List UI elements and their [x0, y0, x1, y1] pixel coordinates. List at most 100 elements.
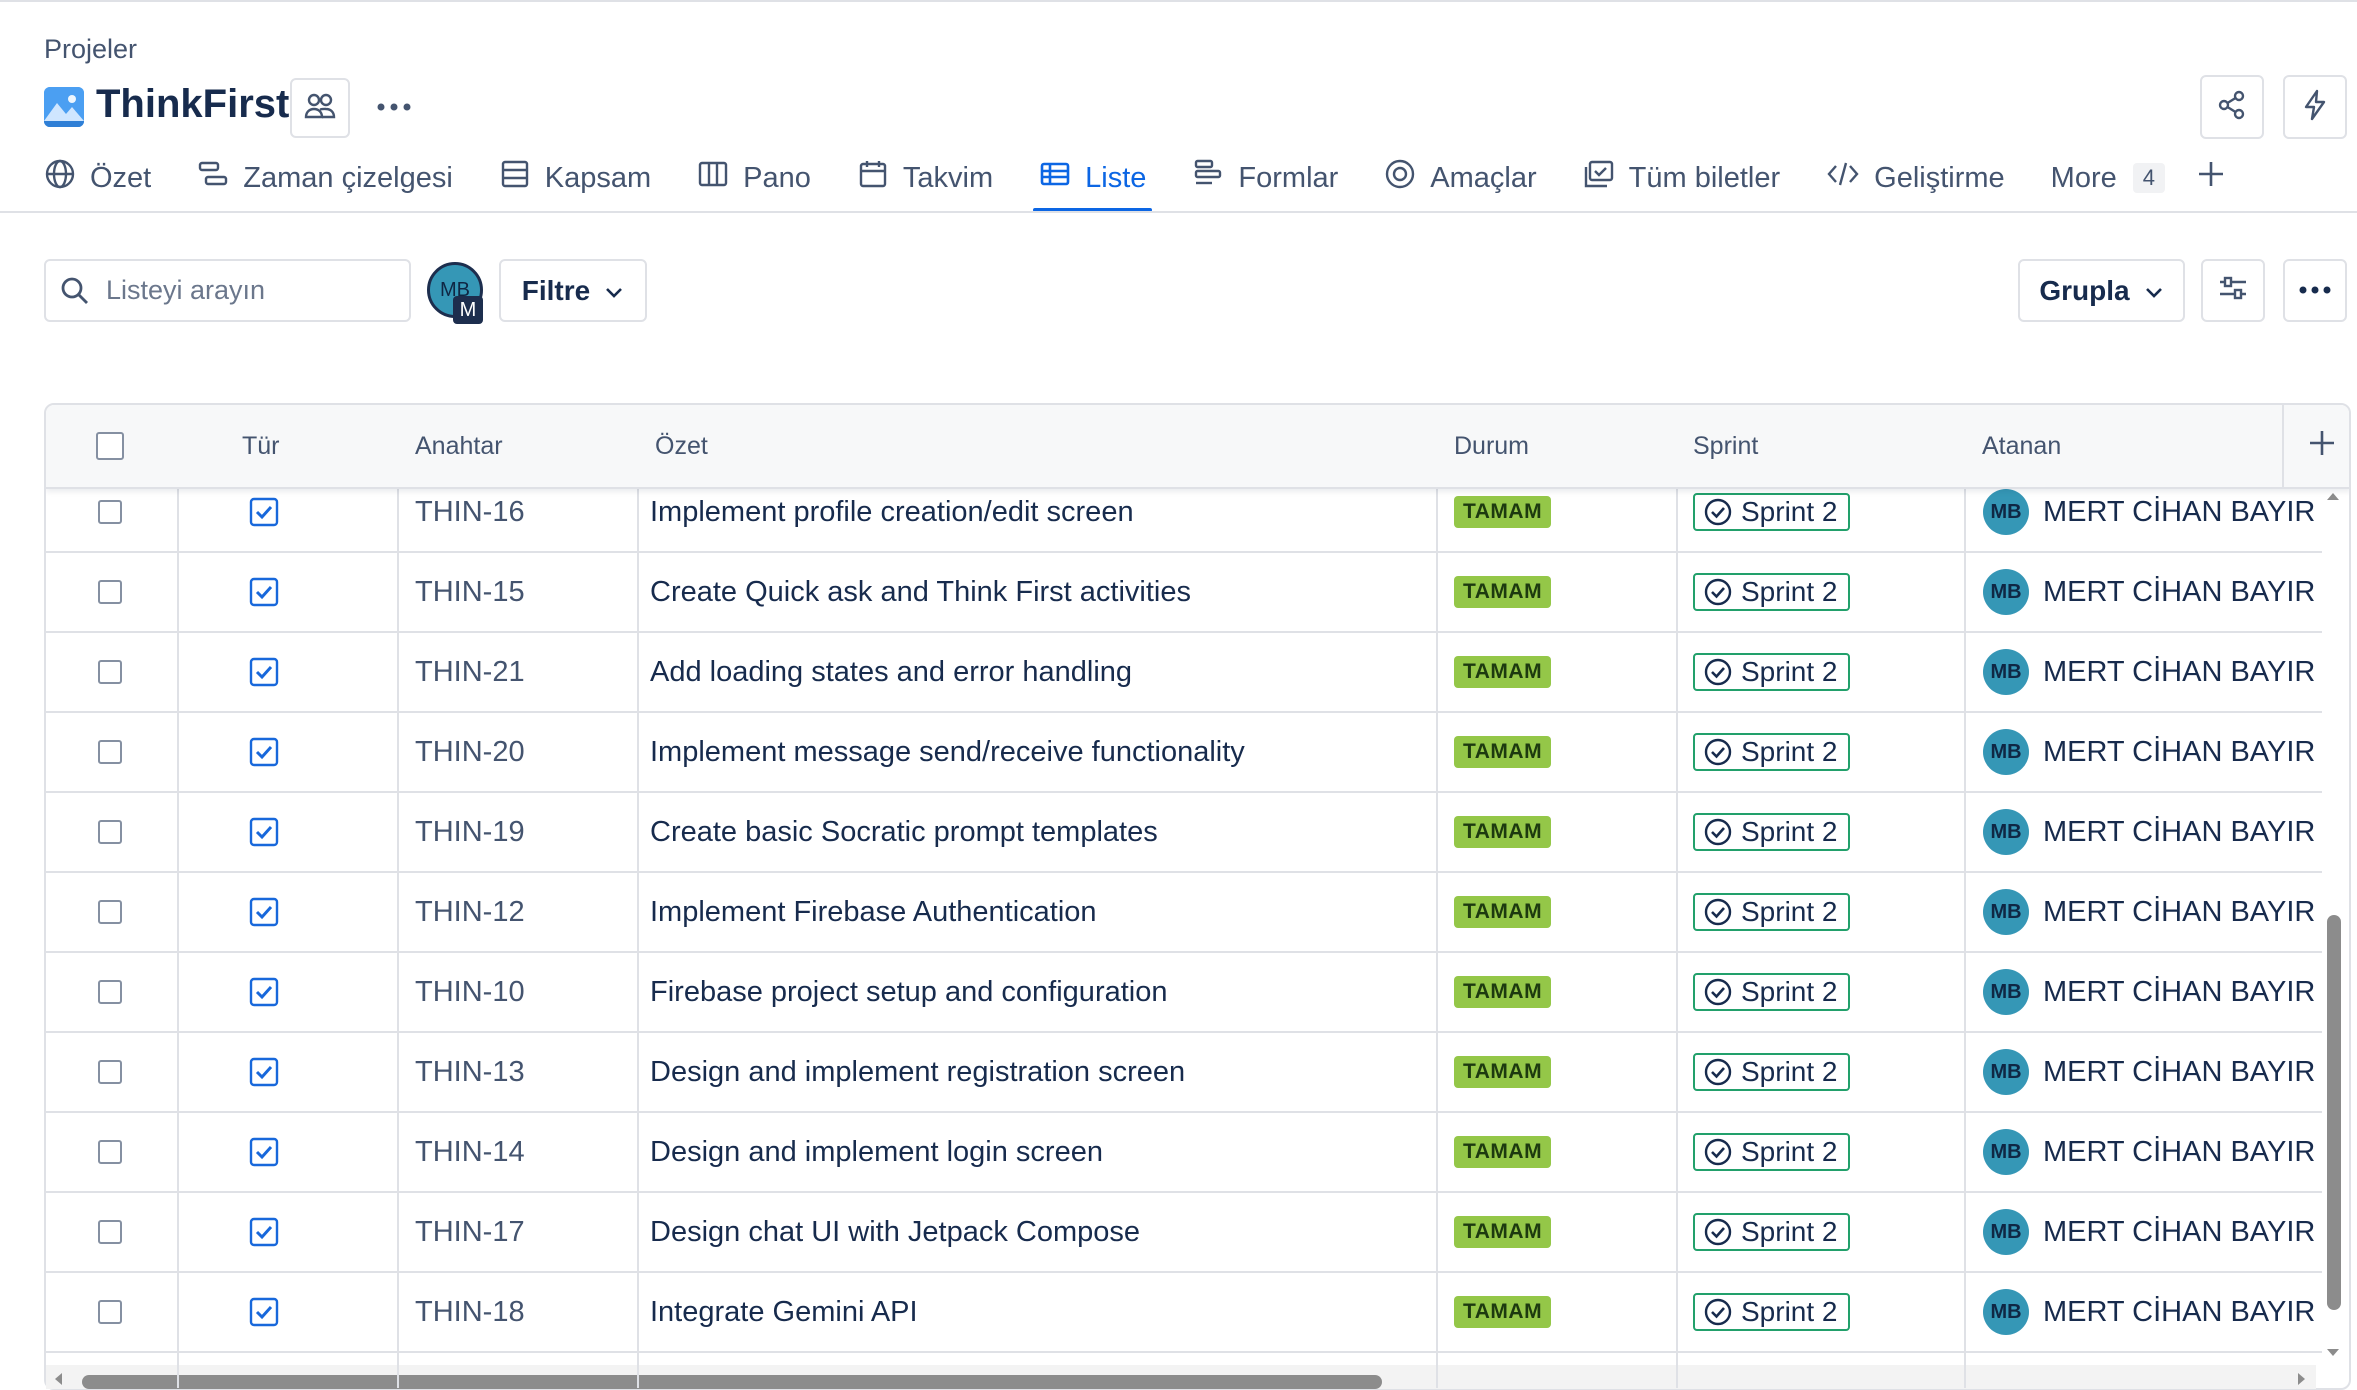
table-row[interactable]: THIN-14 Design and implement login screen…: [46, 1113, 2322, 1193]
row-select-checkbox[interactable]: [98, 713, 122, 791]
row-select-checkbox[interactable]: [98, 1113, 122, 1191]
table-row[interactable]: THIN-17 Design chat UI with Jetpack Compo…: [46, 1193, 2322, 1273]
issue-key-link[interactable]: THIN-19: [415, 793, 525, 871]
issue-summary[interactable]: Add loading states and error handling: [650, 633, 1132, 711]
row-select-checkbox[interactable]: [98, 1193, 122, 1271]
horizontal-scrollbar-thumb[interactable]: [82, 1375, 1382, 1389]
team-button[interactable]: [290, 78, 350, 138]
issue-key-link[interactable]: THIN-17: [415, 1193, 525, 1271]
tab-takvim[interactable]: Takvim: [857, 150, 993, 206]
sprint-cell[interactable]: Sprint 2: [1693, 1033, 1850, 1111]
sprint-cell[interactable]: Sprint 2: [1693, 1273, 1850, 1351]
tab-more[interactable]: More 4: [2051, 150, 2165, 206]
issue-summary[interactable]: Create basic Socratic prompt templates: [650, 793, 1158, 871]
group-button[interactable]: Grupla: [2018, 259, 2185, 322]
tab-pano[interactable]: Pano: [697, 150, 811, 206]
issue-key-link[interactable]: THIN-20: [415, 713, 525, 791]
assignee-cell[interactable]: MB MERT CİHAN BAYIR: [1983, 1193, 2315, 1271]
assignee-cell[interactable]: MB MERT CİHAN BAYIR: [1983, 1113, 2315, 1191]
row-select-checkbox[interactable]: [98, 1033, 122, 1111]
sprint-cell[interactable]: Sprint 2: [1693, 953, 1850, 1031]
tab-ozet[interactable]: Özet: [44, 150, 151, 206]
automation-button[interactable]: [2283, 75, 2347, 139]
breadcrumb[interactable]: Projeler: [44, 34, 137, 65]
status-cell[interactable]: TAMAM: [1454, 1193, 1552, 1271]
table-row[interactable]: THIN-18 Integrate Gemini API TAMAM Sprint 2…: [46, 1273, 2322, 1353]
status-cell[interactable]: TAMAM: [1454, 1113, 1552, 1191]
row-select-checkbox[interactable]: [98, 1273, 122, 1351]
status-cell[interactable]: TAMAM: [1454, 953, 1552, 1031]
column-header-type[interactable]: Tür: [242, 405, 280, 487]
issue-key-link[interactable]: THIN-18: [415, 1273, 525, 1351]
column-header-assignee[interactable]: Atanan: [1982, 405, 2061, 487]
status-cell[interactable]: TAMAM: [1454, 633, 1552, 711]
view-settings-button[interactable]: [2201, 259, 2265, 322]
issue-summary[interactable]: Design and implement login screen: [650, 1113, 1103, 1191]
column-header-sprint[interactable]: Sprint: [1693, 405, 1758, 487]
issue-key-link[interactable]: THIN-21: [415, 633, 525, 711]
status-cell[interactable]: TAMAM: [1454, 1273, 1552, 1351]
assignee-cell[interactable]: MB MERT CİHAN BAYIR: [1983, 793, 2315, 871]
issue-summary[interactable]: Firebase project setup and configuration: [650, 953, 1167, 1031]
table-row[interactable]: THIN-13 Design and implement registration…: [46, 1033, 2322, 1113]
assignee-cell[interactable]: MB MERT CİHAN BAYIR: [1983, 633, 2315, 711]
table-row[interactable]: THIN-10 Firebase project setup and config…: [46, 953, 2322, 1033]
tab-amaclar[interactable]: Amaçlar: [1384, 150, 1537, 206]
table-row[interactable]: THIN-20 Implement message send/receive fu…: [46, 713, 2322, 793]
row-select-checkbox[interactable]: [98, 953, 122, 1031]
sprint-cell[interactable]: Sprint 2: [1693, 793, 1850, 871]
tab-zaman-cizelgesi[interactable]: Zaman çizelgesi: [197, 150, 453, 206]
issue-summary[interactable]: Design chat UI with Jetpack Compose: [650, 1193, 1140, 1271]
issue-key-link[interactable]: THIN-10: [415, 953, 525, 1031]
status-cell[interactable]: TAMAM: [1454, 1033, 1552, 1111]
select-all-checkbox[interactable]: [96, 405, 124, 487]
issue-summary[interactable]: Create Quick ask and Think First activit…: [650, 553, 1191, 631]
assignee-cell[interactable]: MB MERT CİHAN BAYIR: [1983, 953, 2315, 1031]
column-header-status[interactable]: Durum: [1454, 405, 1529, 487]
column-header-summary[interactable]: Özet: [655, 405, 708, 487]
assignee-cell[interactable]: MB MERT CİHAN BAYIR: [1983, 553, 2315, 631]
status-cell[interactable]: TAMAM: [1454, 793, 1552, 871]
status-cell[interactable]: TAMAM: [1454, 873, 1552, 951]
sprint-cell[interactable]: Sprint 2: [1693, 713, 1850, 791]
search-input[interactable]: [104, 274, 388, 307]
sprint-cell[interactable]: Sprint 2: [1693, 1193, 1850, 1271]
tab-gelistirme[interactable]: Geliştirme: [1826, 150, 2005, 206]
column-header-key[interactable]: Anahtar: [415, 405, 503, 487]
row-select-checkbox[interactable]: [98, 873, 122, 951]
row-select-checkbox[interactable]: [98, 553, 122, 631]
add-column-button[interactable]: [2306, 405, 2338, 487]
issue-key-link[interactable]: THIN-12: [415, 873, 525, 951]
status-cell[interactable]: TAMAM: [1454, 553, 1552, 631]
tab-formlar[interactable]: Formlar: [1192, 150, 1338, 206]
add-tab-button[interactable]: [2195, 150, 2241, 206]
table-row[interactable]: THIN-12 Implement Firebase Authentication…: [46, 873, 2322, 953]
assignee-cell[interactable]: MB MERT CİHAN BAYIR: [1983, 1273, 2315, 1351]
row-select-checkbox[interactable]: [98, 633, 122, 711]
vertical-scrollbar-thumb[interactable]: [2327, 915, 2341, 1310]
issue-key-link[interactable]: THIN-14: [415, 1113, 525, 1191]
issue-summary[interactable]: Implement message send/receive functiona…: [650, 713, 1245, 791]
issue-key-link[interactable]: THIN-13: [415, 1033, 525, 1111]
filter-button[interactable]: Filtre: [499, 259, 647, 322]
status-cell[interactable]: TAMAM: [1454, 713, 1552, 791]
assignee-cell[interactable]: MB MERT CİHAN BAYIR: [1983, 873, 2315, 951]
tab-kapsam[interactable]: Kapsam: [499, 150, 651, 206]
tab-liste[interactable]: Liste: [1033, 150, 1153, 212]
more-options-button[interactable]: [2283, 259, 2347, 322]
sprint-cell[interactable]: Sprint 2: [1693, 1113, 1850, 1191]
search-box[interactable]: [44, 259, 411, 322]
issue-key-link[interactable]: THIN-15: [415, 553, 525, 631]
more-actions-button[interactable]: [374, 88, 414, 128]
share-button[interactable]: [2200, 75, 2264, 139]
issue-summary[interactable]: Design and implement registration screen: [650, 1033, 1185, 1111]
issue-summary[interactable]: Integrate Gemini API: [650, 1273, 918, 1351]
sprint-cell[interactable]: Sprint 2: [1693, 633, 1850, 711]
tab-tum-biletler[interactable]: Tüm biletler: [1583, 150, 1780, 206]
assignee-cell[interactable]: MB MERT CİHAN BAYIR: [1983, 713, 2315, 791]
row-select-checkbox[interactable]: [98, 793, 122, 871]
issue-summary[interactable]: Implement Firebase Authentication: [650, 873, 1097, 951]
assignee-cell[interactable]: MB MERT CİHAN BAYIR: [1983, 1033, 2315, 1111]
table-row[interactable]: THIN-21 Add loading states and error hand…: [46, 633, 2322, 713]
table-row[interactable]: THIN-15 Create Quick ask and Think First …: [46, 553, 2322, 633]
